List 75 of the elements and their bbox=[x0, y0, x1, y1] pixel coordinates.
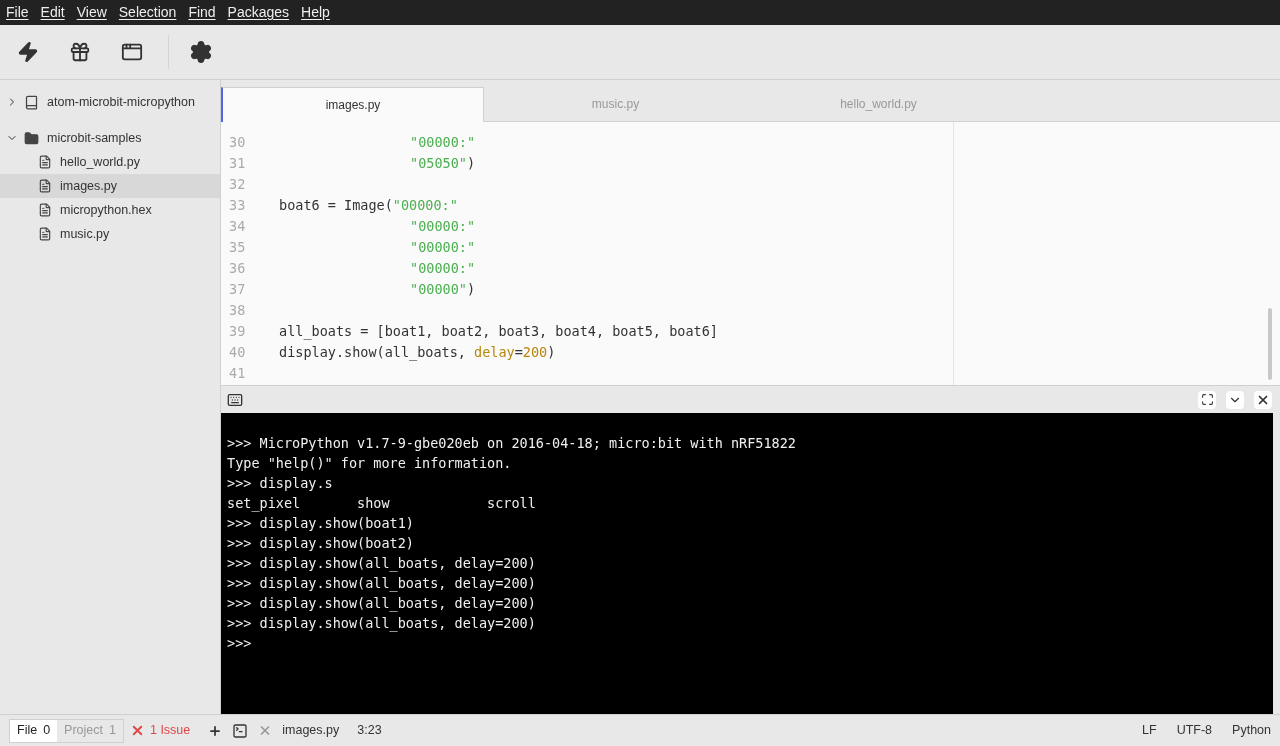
file-name: music.py bbox=[60, 225, 110, 243]
terminal-line: >>> display.show(all_boats, delay=200) bbox=[227, 594, 536, 613]
menu-item[interactable]: Selection bbox=[118, 2, 177, 23]
folder-name: microbit-samples bbox=[47, 129, 142, 147]
file-name: hello_world.py bbox=[60, 153, 140, 171]
tree-entry[interactable]: images.py bbox=[0, 174, 220, 198]
chevron-icon[interactable] bbox=[1226, 390, 1244, 409]
line-number: 30 bbox=[228, 133, 247, 153]
line-number: 37 bbox=[228, 280, 247, 300]
settings-icon[interactable] bbox=[189, 40, 213, 64]
line-number: 39 bbox=[228, 322, 247, 342]
line-number: 35 bbox=[228, 238, 247, 258]
terminal-line: >>> MicroPython v1.7-9-gbe020eb on 2016-04-18; micro:bit with nRF51822 bbox=[227, 434, 796, 453]
menu-item[interactable]: File bbox=[6, 2, 29, 23]
tree-entry[interactable]: music.py bbox=[0, 222, 220, 246]
line-number: 33 bbox=[228, 196, 247, 216]
file-name: micropython.hex bbox=[60, 201, 152, 219]
status-tab[interactable]: File 0 bbox=[10, 719, 58, 742]
terminal[interactable] bbox=[221, 413, 1273, 714]
tree-entry[interactable]: hello_world.py bbox=[0, 150, 220, 174]
status-item[interactable]: Python bbox=[1232, 721, 1271, 740]
terminal-line: >>> bbox=[227, 634, 252, 653]
flash-icon[interactable] bbox=[16, 40, 40, 64]
tree-entry[interactable]: micropython.hex bbox=[0, 198, 220, 222]
terminal-icon[interactable] bbox=[232, 722, 249, 739]
add-icon[interactable] bbox=[208, 723, 223, 738]
terminal-line: >>> display.show(all_boats, delay=200) bbox=[227, 554, 536, 573]
code-line: all_boats = [boat1, boat2, boat3, boat4, boat5, boat6] bbox=[278, 322, 718, 342]
file-icon bbox=[38, 227, 52, 241]
terminal-line: set_pixel show scroll bbox=[227, 494, 536, 513]
line-number: 36 bbox=[228, 259, 247, 279]
line-number: 34 bbox=[228, 217, 247, 237]
project-folder[interactable]: atom-microbit-micropython bbox=[0, 90, 220, 114]
keyboard-icon[interactable] bbox=[227, 391, 243, 408]
menu-item[interactable]: Help bbox=[301, 2, 330, 23]
gift-icon[interactable] bbox=[68, 40, 92, 64]
terminal-line: >>> display.show(all_boats, delay=200) bbox=[227, 574, 536, 593]
terminal-line: >>> display.s bbox=[227, 474, 333, 493]
file-icon bbox=[38, 155, 52, 169]
file-path[interactable]: images.py bbox=[282, 721, 340, 740]
code-line: "00000:" bbox=[409, 238, 476, 258]
code-line: "00000:" bbox=[409, 259, 476, 279]
code-line: "00000:" bbox=[409, 217, 476, 237]
menu-item[interactable]: Edit bbox=[40, 2, 65, 23]
terminal-line: >>> display.show(boat2) bbox=[227, 534, 414, 553]
code-line: "00000") bbox=[409, 280, 476, 300]
folder-icon bbox=[24, 130, 39, 146]
scrollbar[interactable] bbox=[1268, 308, 1272, 380]
status-item[interactable]: UTF-8 bbox=[1176, 721, 1213, 740]
file-name: images.py bbox=[60, 177, 117, 195]
maximize-icon[interactable] bbox=[1198, 390, 1216, 409]
line-number: 32 bbox=[228, 175, 247, 195]
terminal-line: >>> display.show(boat1) bbox=[227, 514, 414, 533]
close-icon[interactable] bbox=[1254, 390, 1272, 409]
code-line: boat6 = Image("00000:" bbox=[278, 196, 458, 216]
terminal-line: >>> display.show(all_boats, delay=200) bbox=[227, 614, 536, 633]
line-number: 31 bbox=[228, 154, 247, 174]
editor-tab[interactable]: images.py bbox=[221, 87, 484, 122]
file-icon bbox=[38, 203, 52, 217]
line-number: 38 bbox=[228, 301, 247, 321]
menu-item[interactable]: Find bbox=[188, 2, 216, 23]
folder-name: atom-microbit-micropython bbox=[47, 93, 195, 111]
code-line: display.show(all_boats, delay=200) bbox=[278, 343, 556, 363]
line-number: 41 bbox=[228, 364, 247, 384]
book-icon bbox=[24, 94, 39, 110]
terminal-line: Type "help()" for more information. bbox=[227, 454, 512, 473]
menu-item[interactable]: Packages bbox=[227, 2, 290, 23]
menu-item[interactable]: View bbox=[76, 2, 107, 23]
file-icon bbox=[38, 179, 52, 193]
code-line: "00000:" bbox=[409, 133, 476, 153]
status-item[interactable]: LF bbox=[1142, 721, 1157, 740]
code-line: "05050") bbox=[409, 154, 476, 174]
cursor-position[interactable]: 3:23 bbox=[357, 721, 382, 740]
line-number: 40 bbox=[228, 343, 247, 363]
project-folder[interactable]: microbit-samples bbox=[0, 126, 220, 150]
